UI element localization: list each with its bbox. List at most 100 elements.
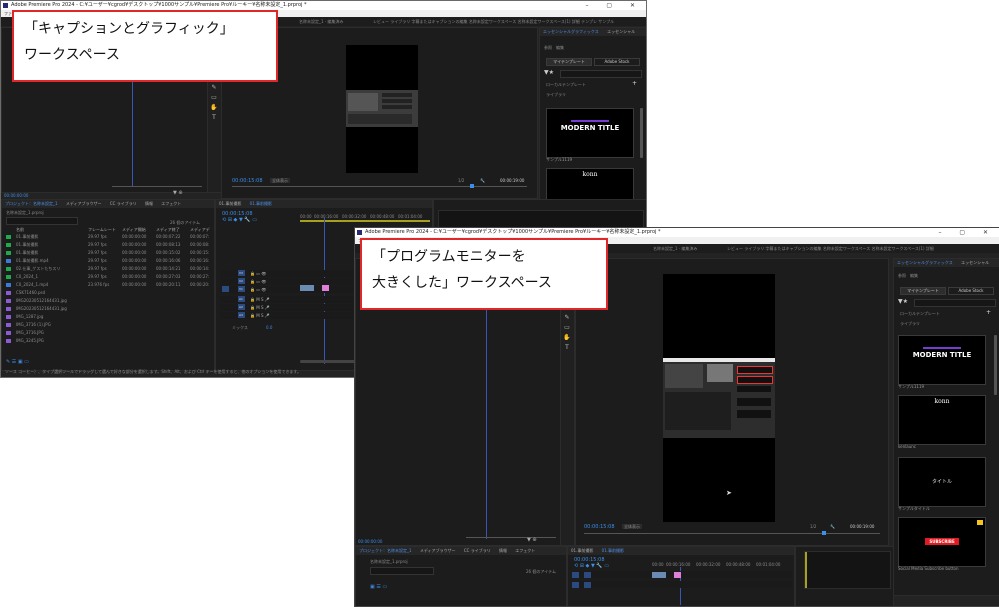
pen-tool-icon[interactable]: ✎	[563, 314, 571, 322]
program-fit-select[interactable]: 全体表示	[622, 524, 642, 529]
work-area-bar[interactable]	[300, 220, 430, 222]
graphic-clip[interactable]	[674, 572, 681, 578]
mix-value[interactable]: 0.0	[266, 325, 272, 330]
window-controls[interactable]: – ▢ ✕	[938, 228, 996, 237]
project-row[interactable]: CSK71460.psd	[6, 290, 210, 296]
adobe-stock-button[interactable]: Adobe Stock	[948, 287, 994, 295]
tab-media-browser[interactable]: メディアブラウザー	[420, 548, 456, 553]
project-row[interactable]: 01.事前撮影 29.97 fps 00:00:00:00 00:00:07:22 00…	[6, 234, 210, 240]
rectangle-tool-icon[interactable]: ▭	[210, 94, 218, 102]
window-controls[interactable]: – ▢ ✕	[585, 1, 643, 10]
filter-icon[interactable]: ▼ ⊕	[527, 537, 537, 543]
project-row[interactable]: IMG_3716 (1).JPG	[6, 322, 210, 328]
tab-essential-sound[interactable]: エッセンシャル	[607, 29, 635, 34]
eg-scrollbar[interactable]	[640, 108, 643, 158]
eg-search-input[interactable]	[914, 299, 996, 307]
tab-effects[interactable]: エフェクト	[515, 548, 535, 553]
library-item[interactable]: ライブラリ	[900, 321, 920, 326]
type-tool-icon[interactable]: T	[210, 114, 218, 122]
track-toggle-button[interactable]	[584, 582, 591, 588]
project-row[interactable]: 01.事前撮影.mp4 29.97 fps 00:00:00:00 00:00:16:…	[6, 258, 210, 264]
project-row[interactable]: IMG_3245.JPG	[6, 338, 210, 344]
track-control-icons[interactable]: 🔒 M S 🎤	[250, 313, 270, 318]
track-toggle-button[interactable]	[584, 572, 591, 578]
pen-tool-icon[interactable]: ✎	[210, 84, 218, 92]
track-target-button[interactable]	[572, 582, 579, 588]
project-row[interactable]: C0_2024_1.mp4 23.976 fps 00:00:00:00 00:00:…	[6, 282, 210, 288]
eg-scrollbar[interactable]	[994, 335, 997, 395]
local-templates-item[interactable]: ローカルテンプレート	[900, 311, 940, 316]
template-card-title[interactable]: タイトル	[898, 457, 986, 507]
source-scrubber[interactable]	[112, 186, 202, 187]
eg-edit-tab[interactable]: 編集	[910, 273, 918, 278]
program-timecode-left[interactable]: 00:00:15:08	[232, 178, 263, 184]
tab-sequence-1[interactable]: 01.事前撮影	[571, 548, 593, 553]
eg-browse-tab[interactable]: 参照	[898, 273, 906, 278]
wrench-icon[interactable]: 🔧	[830, 524, 835, 529]
library-item[interactable]: ライブラリ	[546, 92, 566, 97]
hand-tool-icon[interactable]: ✋	[210, 104, 218, 112]
track-control-icons[interactable]: 🔒 ▭ 👁	[250, 287, 266, 292]
track-control-icons[interactable]: 🔒 M S 🎤	[250, 305, 270, 310]
eg-browse-tab[interactable]: 参照	[544, 45, 552, 50]
project-row[interactable]: 01.事前撮影 29.97 fps 00:00:00:00 00:00:15:02 00…	[6, 250, 210, 256]
filter-icon[interactable]: ▼ ⊕	[173, 190, 183, 196]
source-patch-button[interactable]	[222, 286, 229, 292]
project-footer-icons[interactable]: ✎ ☰ ▣ ▭	[6, 360, 29, 365]
template-card-modern-title[interactable]: MODERN TITLE	[898, 335, 986, 385]
program-scrubber[interactable]	[232, 186, 527, 187]
tab-sequence-1[interactable]: 01.事前撮影	[219, 201, 241, 206]
workspace-tabs[interactable]: レビュー ライブラリ 字幕またはキャプションの編集 名称未設定ワークスペース 名…	[373, 17, 614, 26]
program-quality-select[interactable]: 1/2	[458, 178, 464, 183]
project-row[interactable]: IMG_1287.jpg	[6, 314, 210, 320]
project-footer-icons[interactable]: ▣ ☰ ▭	[370, 585, 387, 590]
program-playhead[interactable]	[822, 531, 826, 535]
workspace-tabs[interactable]: レビュー ライブラリ 字幕またはキャプションの編集 名称未設定ワークスペース 名…	[727, 244, 934, 253]
track-control-icons[interactable]: 🔒 ▭ 👁	[250, 271, 266, 276]
tab-cc-libraries[interactable]: CC ライブラリ	[464, 548, 491, 553]
eg-edit-tab[interactable]: 編集	[556, 45, 564, 50]
my-templates-button[interactable]: マイテンプレート	[546, 58, 592, 66]
project-search-input[interactable]	[370, 567, 434, 575]
filter-star-icons[interactable]: ▼★	[898, 299, 908, 305]
add-icon[interactable]: +	[632, 81, 637, 87]
graphic-clip[interactable]	[322, 285, 329, 291]
program-playhead[interactable]	[470, 184, 474, 188]
tab-sequence-2[interactable]: 01.事前撮影	[250, 201, 272, 206]
program-quality-select[interactable]: 1/2	[810, 524, 816, 529]
track-control-icons[interactable]: 🔒 ▭ 👁	[250, 279, 266, 284]
project-row[interactable]: IMG_3716.JPG	[6, 330, 210, 336]
tab-cc-libraries[interactable]: CC ライブラリ	[110, 201, 137, 206]
add-icon[interactable]: +	[986, 310, 991, 316]
tab-essential-graphics[interactable]: エッセンシャルグラフィックス	[897, 260, 953, 265]
program-timecode-left[interactable]: 00:00:15:08	[584, 524, 615, 530]
template-card-konn[interactable]: konn	[898, 395, 986, 445]
video-clip[interactable]	[300, 285, 314, 291]
tab-effects[interactable]: エフェクト	[161, 201, 181, 206]
tab-info[interactable]: 情報	[145, 201, 153, 206]
template-card-modern-title[interactable]: MODERN TITLE	[546, 108, 634, 158]
project-search-input[interactable]	[6, 217, 78, 225]
program-fit-select[interactable]: 全体表示	[270, 178, 290, 183]
tab-essential-sound[interactable]: エッセンシャル	[961, 260, 989, 265]
timeline-tool-icons[interactable]: ⟲ ⊞ ◆ ▼ 🔧 ▭	[222, 218, 257, 223]
source-scrubber[interactable]	[466, 537, 556, 538]
tab-info[interactable]: 情報	[499, 548, 507, 553]
tab-sequence-2[interactable]: 01.事前撮影	[602, 548, 624, 553]
video-clip[interactable]	[652, 572, 666, 578]
timeline-tool-icons[interactable]: ⟲ ⊞ ◆ ▼ 🔧 ▭	[574, 564, 609, 569]
project-row[interactable]: 02.仕事_ゲストたちスリ 29.97 fps 00:00:00:00 00:00:1…	[6, 266, 210, 272]
type-tool-icon[interactable]: T	[563, 344, 571, 352]
local-templates-item[interactable]: ローカルテンプレート	[546, 82, 586, 87]
template-card-subscribe[interactable]: SUBSCRIBE	[898, 517, 986, 567]
hand-tool-icon[interactable]: ✋	[563, 334, 571, 342]
project-row[interactable]: IMG20230512164431.jpg	[6, 306, 210, 312]
adobe-stock-button[interactable]: Adobe Stock	[594, 58, 640, 66]
tab-essential-graphics[interactable]: エッセンシャルグラフィックス	[543, 29, 599, 34]
rectangle-tool-icon[interactable]: ▭	[563, 324, 571, 332]
project-row[interactable]: C0_2024_1 29.97 fps 00:00:00:00 00:00:27:03…	[6, 274, 210, 280]
track-target-button[interactable]	[572, 572, 579, 578]
filter-star-icons[interactable]: ▼★	[544, 70, 554, 76]
project-row[interactable]: 01.事前撮影 29.97 fps 00:00:00:00 00:00:08:13 00…	[6, 242, 210, 248]
my-templates-button[interactable]: マイテンプレート	[900, 287, 946, 295]
